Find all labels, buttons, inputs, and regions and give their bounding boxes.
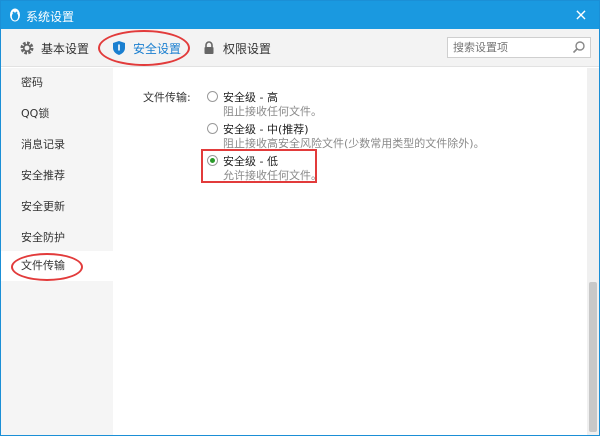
title-bar: 系统设置 × — [1, 1, 599, 29]
annotation-ellipse-security-tab — [98, 30, 190, 66]
lock-icon — [204, 41, 214, 54]
annotation-ellipse-file-transfer — [11, 253, 83, 281]
tab-label: 基本设置 — [41, 41, 90, 56]
annotation-box-low-level — [201, 149, 317, 183]
close-icon: × — [574, 5, 588, 24]
close-button[interactable]: × — [571, 5, 591, 25]
tab-basic-settings[interactable]: 基本设置 — [19, 29, 89, 67]
sidebar-item-security-protection[interactable]: 安全防护 — [1, 223, 113, 253]
sidebar-item-label: 消息记录 — [21, 138, 65, 151]
vertical-scrollbar[interactable] — [587, 68, 599, 435]
sidebar-item-label: 安全推荐 — [21, 169, 65, 182]
qq-penguin-icon — [10, 8, 20, 22]
sidebar-item-label: 密码 — [21, 76, 43, 89]
sidebar-item-security-recommend[interactable]: 安全推荐 — [1, 161, 113, 191]
sidebar-item-label: 安全防护 — [21, 231, 65, 244]
option-description: 阻止接收任何文件。 — [223, 105, 322, 118]
sidebar-item-security-update[interactable]: 安全更新 — [1, 192, 113, 222]
tab-permission-settings[interactable]: 权限设置 — [201, 29, 271, 67]
file-transfer-panel: 文件传输: 安全级 - 高 阻止接收任何文件。 安全级 - 中(推荐) 阻止接收… — [113, 68, 587, 435]
sidebar-item-label: 安全更新 — [21, 200, 65, 213]
search-icon[interactable] — [572, 40, 586, 54]
sidebar-item-label: QQ锁 — [21, 107, 50, 120]
gear-icon — [20, 41, 34, 55]
tab-label: 权限设置 — [223, 41, 272, 56]
sidebar: 密码 QQ锁 消息记录 安全推荐 安全更新 安全防护 文件传输 — [1, 68, 113, 435]
scrollbar-thumb[interactable] — [589, 282, 597, 432]
radio-button[interactable] — [207, 91, 218, 102]
search-box — [447, 37, 591, 58]
search-input[interactable] — [448, 38, 568, 57]
settings-window: 系统设置 × 基本设置 安全设置 权限设置 搜索设置项 密码 QQ锁 消息记录 … — [0, 0, 600, 436]
sidebar-item-qq-lock[interactable]: QQ锁 — [1, 99, 113, 129]
tab-bar: 基本设置 安全设置 权限设置 — [1, 29, 599, 67]
sidebar-item-message-history[interactable]: 消息记录 — [1, 130, 113, 160]
sidebar-item-password[interactable]: 密码 — [1, 68, 113, 98]
window-title: 系统设置 — [26, 10, 75, 24]
radio-button[interactable] — [207, 123, 218, 134]
file-transfer-label: 文件传输: — [143, 91, 191, 104]
